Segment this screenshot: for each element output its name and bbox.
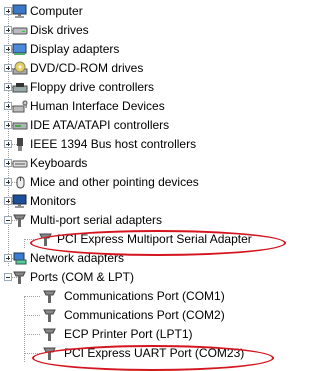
- device-tree: Computer Disk drives Display adapters DV…: [0, 2, 284, 363]
- expand-icon[interactable]: [4, 102, 12, 110]
- expand-icon[interactable]: [4, 26, 12, 34]
- tree-item-label: Human Interface Devices: [30, 99, 165, 113]
- serial-port-icon: [42, 289, 58, 304]
- tree-item-label: Display adapters: [30, 42, 120, 56]
- tree-item-floppy-drive-controllers[interactable]: Floppy drive controllers: [0, 78, 284, 97]
- disk-drive-icon: [12, 23, 28, 38]
- tree-item-label: Communications Port (COM2): [64, 308, 225, 322]
- serial-port-icon: [42, 327, 58, 342]
- expand-icon[interactable]: [4, 159, 12, 167]
- expand-icon[interactable]: [4, 83, 12, 91]
- tree-item-com1[interactable]: Communications Port (COM1): [0, 287, 284, 306]
- collapse-icon[interactable]: [4, 216, 12, 224]
- tree-item-ports[interactable]: Ports (COM & LPT): [0, 268, 284, 287]
- tree-item-label: Disk drives: [30, 23, 89, 37]
- tree-item-multi-port-serial-adapters[interactable]: Multi-port serial adapters: [0, 211, 284, 230]
- tree-connector: [25, 334, 40, 335]
- tree-connector: [25, 296, 40, 297]
- display-adapter-icon: [12, 42, 28, 57]
- network-adapter-icon: [12, 251, 28, 266]
- mouse-icon: [12, 175, 28, 190]
- highlight-ellipse: [30, 230, 286, 256]
- expand-icon[interactable]: [4, 254, 12, 262]
- monitor-icon: [12, 4, 28, 19]
- keyboard-icon: [12, 156, 28, 171]
- tree-item-monitors[interactable]: Monitors: [0, 192, 284, 211]
- tree-item-label: DVD/CD-ROM drives: [30, 61, 144, 75]
- highlight-ellipse: [32, 345, 274, 371]
- tree-item-human-interface-devices[interactable]: Human Interface Devices: [0, 97, 284, 116]
- ide-controller-icon: [12, 118, 28, 133]
- tree-item-label: ECP Printer Port (LPT1): [64, 327, 193, 341]
- expand-icon[interactable]: [4, 7, 12, 15]
- tree-item-lpt1[interactable]: ECP Printer Port (LPT1): [0, 325, 284, 344]
- tree-item-keyboards[interactable]: Keyboards: [0, 154, 284, 173]
- floppy-controller-icon: [12, 80, 28, 95]
- tree-item-label: IDE ATA/ATAPI controllers: [30, 118, 170, 132]
- serial-port-icon: [12, 270, 28, 285]
- tree-connector: [25, 315, 40, 316]
- tree-item-dvd-cd-rom-drives[interactable]: DVD/CD-ROM drives: [0, 59, 284, 78]
- tree-item-display-adapters[interactable]: Display adapters: [0, 40, 284, 59]
- hid-icon: [12, 99, 28, 114]
- expand-icon[interactable]: [4, 178, 12, 186]
- tree-item-label: Mice and other pointing devices: [30, 175, 199, 189]
- monitor-icon: [12, 194, 28, 209]
- tree-item-label: Floppy drive controllers: [30, 80, 155, 94]
- tree-item-label: Computer: [30, 4, 83, 18]
- firewire-icon: [12, 137, 28, 152]
- tree-item-ieee-1394-bus-host-controllers[interactable]: IEEE 1394 Bus host controllers: [0, 135, 284, 154]
- tree-item-label: Multi-port serial adapters: [30, 213, 163, 227]
- optical-drive-icon: [12, 61, 28, 76]
- tree-item-label: Communications Port (COM1): [64, 289, 225, 303]
- expand-icon[interactable]: [4, 121, 12, 129]
- tree-item-label: Ports (COM & LPT): [30, 270, 135, 284]
- tree-item-computer[interactable]: Computer: [0, 2, 284, 21]
- tree-item-ide-ata-atapi-controllers[interactable]: IDE ATA/ATAPI controllers: [0, 116, 284, 135]
- expand-icon[interactable]: [4, 197, 12, 205]
- tree-item-label: IEEE 1394 Bus host controllers: [30, 137, 197, 151]
- expand-icon[interactable]: [4, 140, 12, 148]
- expand-icon[interactable]: [4, 64, 12, 72]
- serial-port-icon: [42, 308, 58, 323]
- expand-icon[interactable]: [4, 45, 12, 53]
- tree-item-com2[interactable]: Communications Port (COM2): [0, 306, 284, 325]
- tree-item-label: Monitors: [30, 194, 77, 208]
- serial-port-icon: [12, 213, 28, 228]
- tree-item-mice[interactable]: Mice and other pointing devices: [0, 173, 284, 192]
- collapse-icon[interactable]: [4, 273, 12, 281]
- tree-item-disk-drives[interactable]: Disk drives: [0, 21, 284, 40]
- tree-item-label: Keyboards: [30, 156, 88, 170]
